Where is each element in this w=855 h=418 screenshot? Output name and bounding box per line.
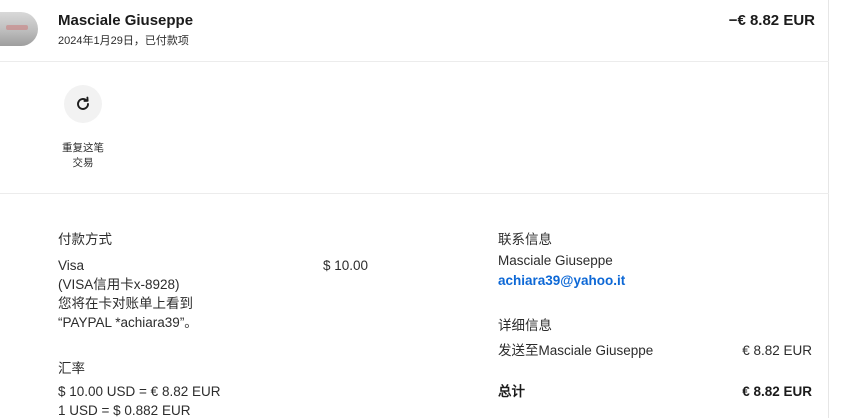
transaction-header: Masciale Giuseppe 2024年1月29日，已付款项 −€ 8.8…: [0, 0, 829, 62]
payment-method-name: Visa: [58, 258, 85, 273]
transaction-detail-card: Masciale Giuseppe 2024年1月29日，已付款项 −€ 8.8…: [0, 0, 829, 418]
payment-amount: $ 10.00: [323, 258, 369, 273]
exchange-conversion: $ 10.00 USD = € 8.82 EUR: [58, 384, 221, 399]
merchant-avatar: [0, 12, 38, 46]
sent-to-label: 发送至Masciale Giuseppe: [498, 343, 654, 358]
exchange-rate-title: 汇率: [58, 361, 85, 376]
repeat-label-line2: 交易: [72, 157, 94, 169]
transaction-amount: −€ 8.82 EUR: [728, 12, 815, 29]
contact-email-link[interactable]: achiara39@yahoo.it: [498, 273, 625, 288]
contact-info-title: 联系信息: [498, 232, 552, 247]
refresh-icon: [77, 96, 89, 110]
repeat-transaction-label[interactable]: 重复这笔 交易: [52, 141, 114, 171]
statement-note-line2: “PAYPAL *achiara39”。: [58, 315, 198, 330]
exchange-rate: 1 USD = $ 0.882 EUR: [58, 403, 191, 418]
details-title: 详细信息: [498, 318, 552, 333]
page-background-strip: [830, 0, 855, 418]
repeat-label-line1: 重复这笔: [62, 142, 104, 154]
payment-card: (VISA信用卡x-8928): [58, 277, 180, 292]
total-amount: € 8.82 EUR: [742, 384, 812, 399]
merchant-name: Masciale Giuseppe: [58, 12, 194, 29]
merchant-logo-icon: [6, 25, 28, 30]
transaction-date-status: 2024年1月29日，已付款项: [58, 35, 189, 47]
statement-note-line1: 您将在卡对账单上看到: [58, 296, 193, 311]
contact-name: Masciale Giuseppe: [498, 253, 613, 268]
payment-method-title: 付款方式: [58, 232, 112, 247]
sent-to-amount: € 8.82 EUR: [742, 343, 812, 358]
total-label: 总计: [498, 384, 525, 399]
actions-row: 重复这笔 交易: [0, 63, 829, 194]
transaction-details: 付款方式 Visa (VISA信用卡x-8928) 您将在卡对账单上看到 “PA…: [0, 195, 829, 418]
repeat-transaction-button[interactable]: [64, 85, 102, 123]
